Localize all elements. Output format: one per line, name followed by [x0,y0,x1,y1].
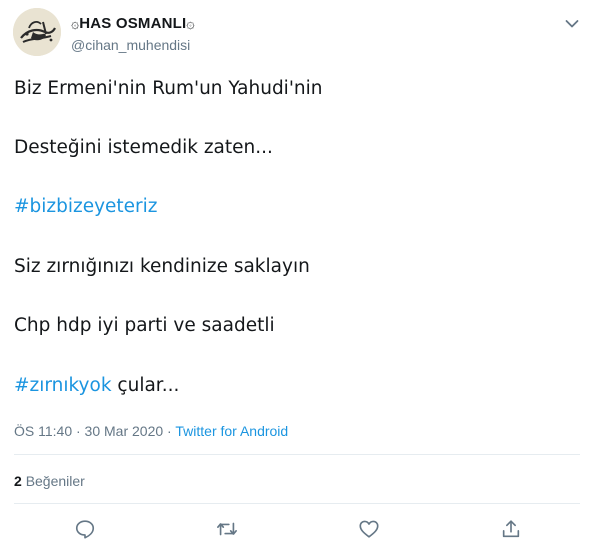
share-button[interactable] [496,514,526,544]
display-name[interactable]: ۞HAS OSMANLI۞ [71,14,195,33]
reply-icon [75,520,95,539]
tweet-line-1: Biz Ermeni'nin Rum'un Yahudi'nin [14,78,323,99]
tweet-line-5: Chp hdp iyi parti ve saadetli [14,315,275,336]
action-bar [0,514,594,544]
user-handle[interactable]: @cihan_muhendisi [71,36,195,54]
chevron-down-icon[interactable] [565,16,579,28]
tweet-line-4: Siz zırnığınızı kendinize saklayın [14,256,310,277]
like-button[interactable] [354,514,384,544]
tweet-card: ۞HAS OSMANLI۞ @cihan_muhendisi Biz Ermen… [0,0,594,553]
meta-separator: · [163,423,176,439]
hashtag-link[interactable]: #bizbizeyeteriz [14,196,158,217]
share-icon [502,520,520,538]
tweet-header: ۞HAS OSMANLI۞ @cihan_muhendisi [13,8,581,58]
tweet-line-6: #zırnıkyok çular... [14,373,179,399]
retweet-button[interactable] [212,514,242,544]
avatar[interactable] [13,8,61,56]
likes-count: 2 [14,473,22,489]
divider [14,454,580,455]
user-names: ۞HAS OSMANLI۞ @cihan_muhendisi [71,14,195,54]
ornament-left: ۞ [71,15,80,31]
likes-label: Beğeniler [25,473,85,489]
likes-stat[interactable]: 2 Beğeniler [14,471,85,491]
hashtag-link[interactable]: #zırnıkyok [14,375,112,396]
calligraphy-avatar-icon [13,8,61,56]
heart-icon [359,520,379,538]
ornament-right: ۞ [186,15,195,31]
tweet-line-3: #bizbizeyeteriz [14,194,158,220]
retweet-icon [217,522,237,536]
reply-button[interactable] [70,514,100,544]
timestamp[interactable]: ÖS 11:40 · 30 Mar 2020 [14,423,163,439]
source-link[interactable]: Twitter for Android [175,423,288,439]
tweet-meta: ÖS 11:40 · 30 Mar 2020 · Twitter for And… [14,421,288,441]
divider [14,503,580,504]
tweet-line-2: Desteğini istemedik zaten... [14,137,273,158]
display-name-text: HAS OSMANLI [79,15,187,32]
tweet-line-6-text: çular... [111,375,180,396]
